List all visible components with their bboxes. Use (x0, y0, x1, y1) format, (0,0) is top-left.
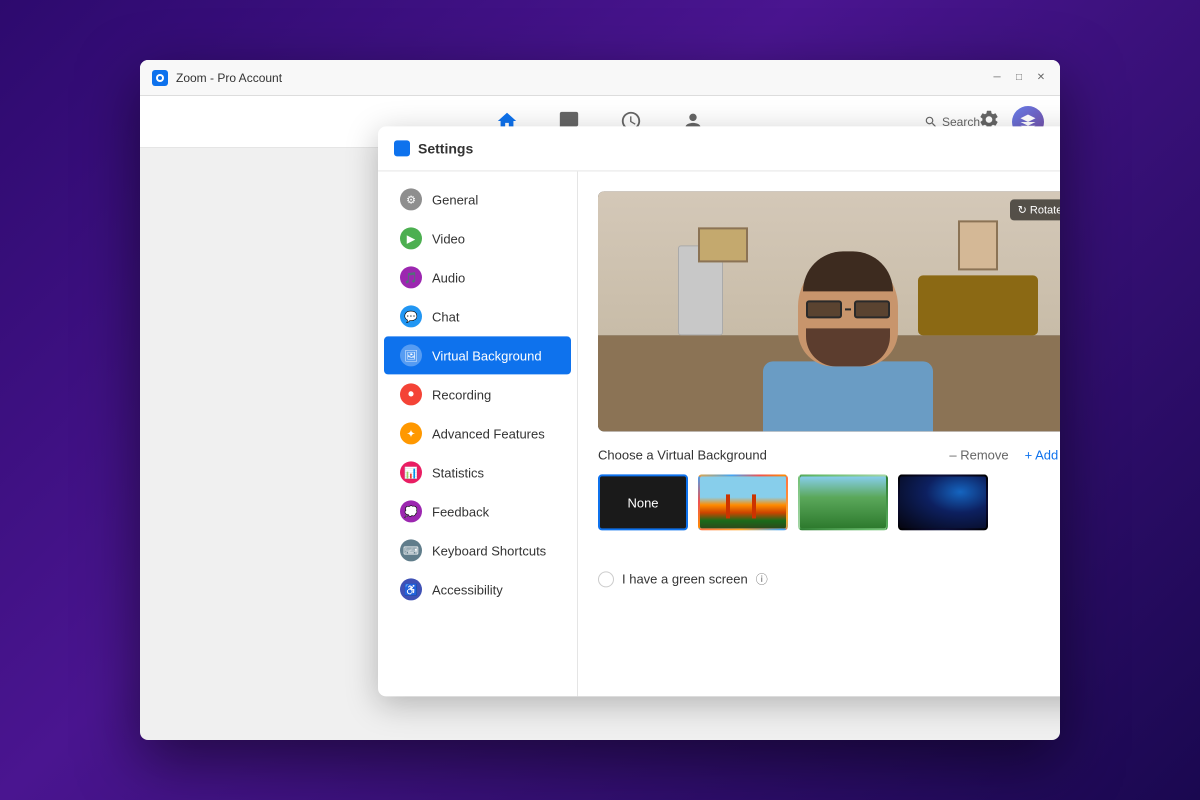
settings-sidebar: ⚙ General ▶ Video 🎵 Audio 💬 Chat 🖼 (378, 171, 578, 696)
settings-dialog: Settings ✕ ⚙ General ▶ Video 🎵 Audio (378, 126, 1060, 696)
green-screen-section: I have a green screen ⓘ (598, 570, 1060, 587)
vbg-header: Choose a Virtual Background – Remove + A… (598, 447, 1060, 462)
body (763, 361, 933, 431)
bg-thumb-3-inner (900, 476, 986, 528)
wall-art-2 (958, 220, 998, 270)
bg-none-thumbnail[interactable]: None (598, 474, 688, 530)
vbg-actions: – Remove + Add Image (949, 447, 1060, 462)
accessibility-icon: ♿ (400, 578, 422, 600)
settings-icon (394, 140, 410, 156)
general-icon: ⚙ (400, 188, 422, 210)
glass-bridge (845, 308, 851, 310)
sidebar-label-vbg: Virtual Background (432, 348, 542, 363)
sidebar-item-recording[interactable]: ⏺ Recording (384, 375, 571, 413)
sidebar-item-feedback[interactable]: 💭 Feedback (384, 492, 571, 530)
bg-none-label: None (627, 495, 658, 510)
glasses (806, 298, 890, 320)
keyboard-icon: ⌨ (400, 539, 422, 561)
remove-button[interactable]: – Remove (949, 447, 1008, 462)
sidebar-item-audio[interactable]: 🎵 Audio (384, 258, 571, 296)
sidebar-item-chat[interactable]: 💬 Chat (384, 297, 571, 335)
settings-title: Settings (394, 140, 473, 156)
sidebar-label-accessibility: Accessibility (432, 582, 503, 597)
settings-header: Settings ✕ (378, 126, 1060, 171)
bg-thumbnails: None (598, 474, 1060, 530)
green-screen-checkbox[interactable] (598, 571, 614, 587)
sidebar-item-virtual-background[interactable]: 🖼 Virtual Background (384, 336, 571, 374)
feedback-icon: 💭 (400, 500, 422, 522)
bg-thumb-1-inner (700, 476, 786, 528)
person-head (798, 256, 898, 366)
sidebar-label-feedback: Feedback (432, 504, 489, 519)
maximize-button[interactable]: □ (1012, 71, 1026, 85)
sidebar-item-advanced-features[interactable]: ✦ Advanced Features (384, 414, 571, 452)
sidebar-label-advanced: Advanced Features (432, 426, 545, 441)
sidebar-label-chat: Chat (432, 309, 459, 324)
vbg-icon: 🖼 (400, 344, 422, 366)
bg-thumb-2-inner (800, 476, 886, 528)
sidebar-label-statistics: Statistics (432, 465, 484, 480)
furniture (918, 275, 1038, 335)
window-controls: ─ □ ✕ (990, 71, 1048, 85)
hair (803, 251, 893, 291)
sidebar-label-recording: Recording (432, 387, 491, 402)
bg-space-thumbnail[interactable] (898, 474, 988, 530)
bg-golden-gate-thumbnail[interactable] (698, 474, 788, 530)
person (763, 256, 933, 431)
sidebar-item-general[interactable]: ⚙ General (384, 180, 571, 218)
camera-preview: ↻ Rotate 90° (598, 191, 1060, 431)
beard (806, 328, 890, 366)
wall-art-1 (698, 227, 748, 262)
green-screen-label: I have a green screen (622, 571, 748, 586)
bg-nature-thumbnail[interactable] (798, 474, 888, 530)
sidebar-item-accessibility[interactable]: ♿ Accessibility (384, 570, 571, 608)
tower-right (752, 495, 756, 518)
chat-icon: 💬 (400, 305, 422, 327)
title-bar: Zoom - Pro Account ─ □ ✕ (140, 60, 1060, 96)
rotate-button[interactable]: ↻ Rotate 90° (1010, 199, 1060, 220)
sidebar-item-keyboard-shortcuts[interactable]: ⌨ Keyboard Shortcuts (384, 531, 571, 569)
app-window: Zoom - Pro Account ─ □ ✕ (140, 60, 1060, 740)
settings-content: ↻ Rotate 90° Choose a Virtual Background… (578, 171, 1060, 696)
add-image-button[interactable]: + Add Image (1025, 447, 1060, 462)
glass-left (806, 300, 842, 318)
audio-icon: 🎵 (400, 266, 422, 288)
statistics-icon: 📊 (400, 461, 422, 483)
sidebar-item-statistics[interactable]: 📊 Statistics (384, 453, 571, 491)
app-icon (152, 70, 168, 86)
recording-icon: ⏺ (400, 383, 422, 405)
sidebar-label-audio: Audio (432, 270, 465, 285)
video-icon: ▶ (400, 227, 422, 249)
tower-left (726, 495, 730, 518)
green-screen-info[interactable]: ⓘ (756, 570, 768, 587)
choose-vbg-label: Choose a Virtual Background (598, 447, 767, 462)
bridge-container (700, 476, 786, 528)
minimize-button[interactable]: ─ (990, 71, 1004, 85)
advanced-icon: ✦ (400, 422, 422, 444)
sidebar-label-general: General (432, 192, 478, 207)
sidebar-label-keyboard: Keyboard Shortcuts (432, 543, 546, 558)
close-button[interactable]: ✕ (1034, 71, 1048, 85)
settings-body: ⚙ General ▶ Video 🎵 Audio 💬 Chat 🖼 (378, 171, 1060, 696)
app-title: Zoom - Pro Account (176, 71, 990, 85)
sidebar-label-video: Video (432, 231, 465, 246)
vbg-section: Choose a Virtual Background – Remove + A… (598, 447, 1060, 530)
sidebar-item-video[interactable]: ▶ Video (384, 219, 571, 257)
glass-right (854, 300, 890, 318)
